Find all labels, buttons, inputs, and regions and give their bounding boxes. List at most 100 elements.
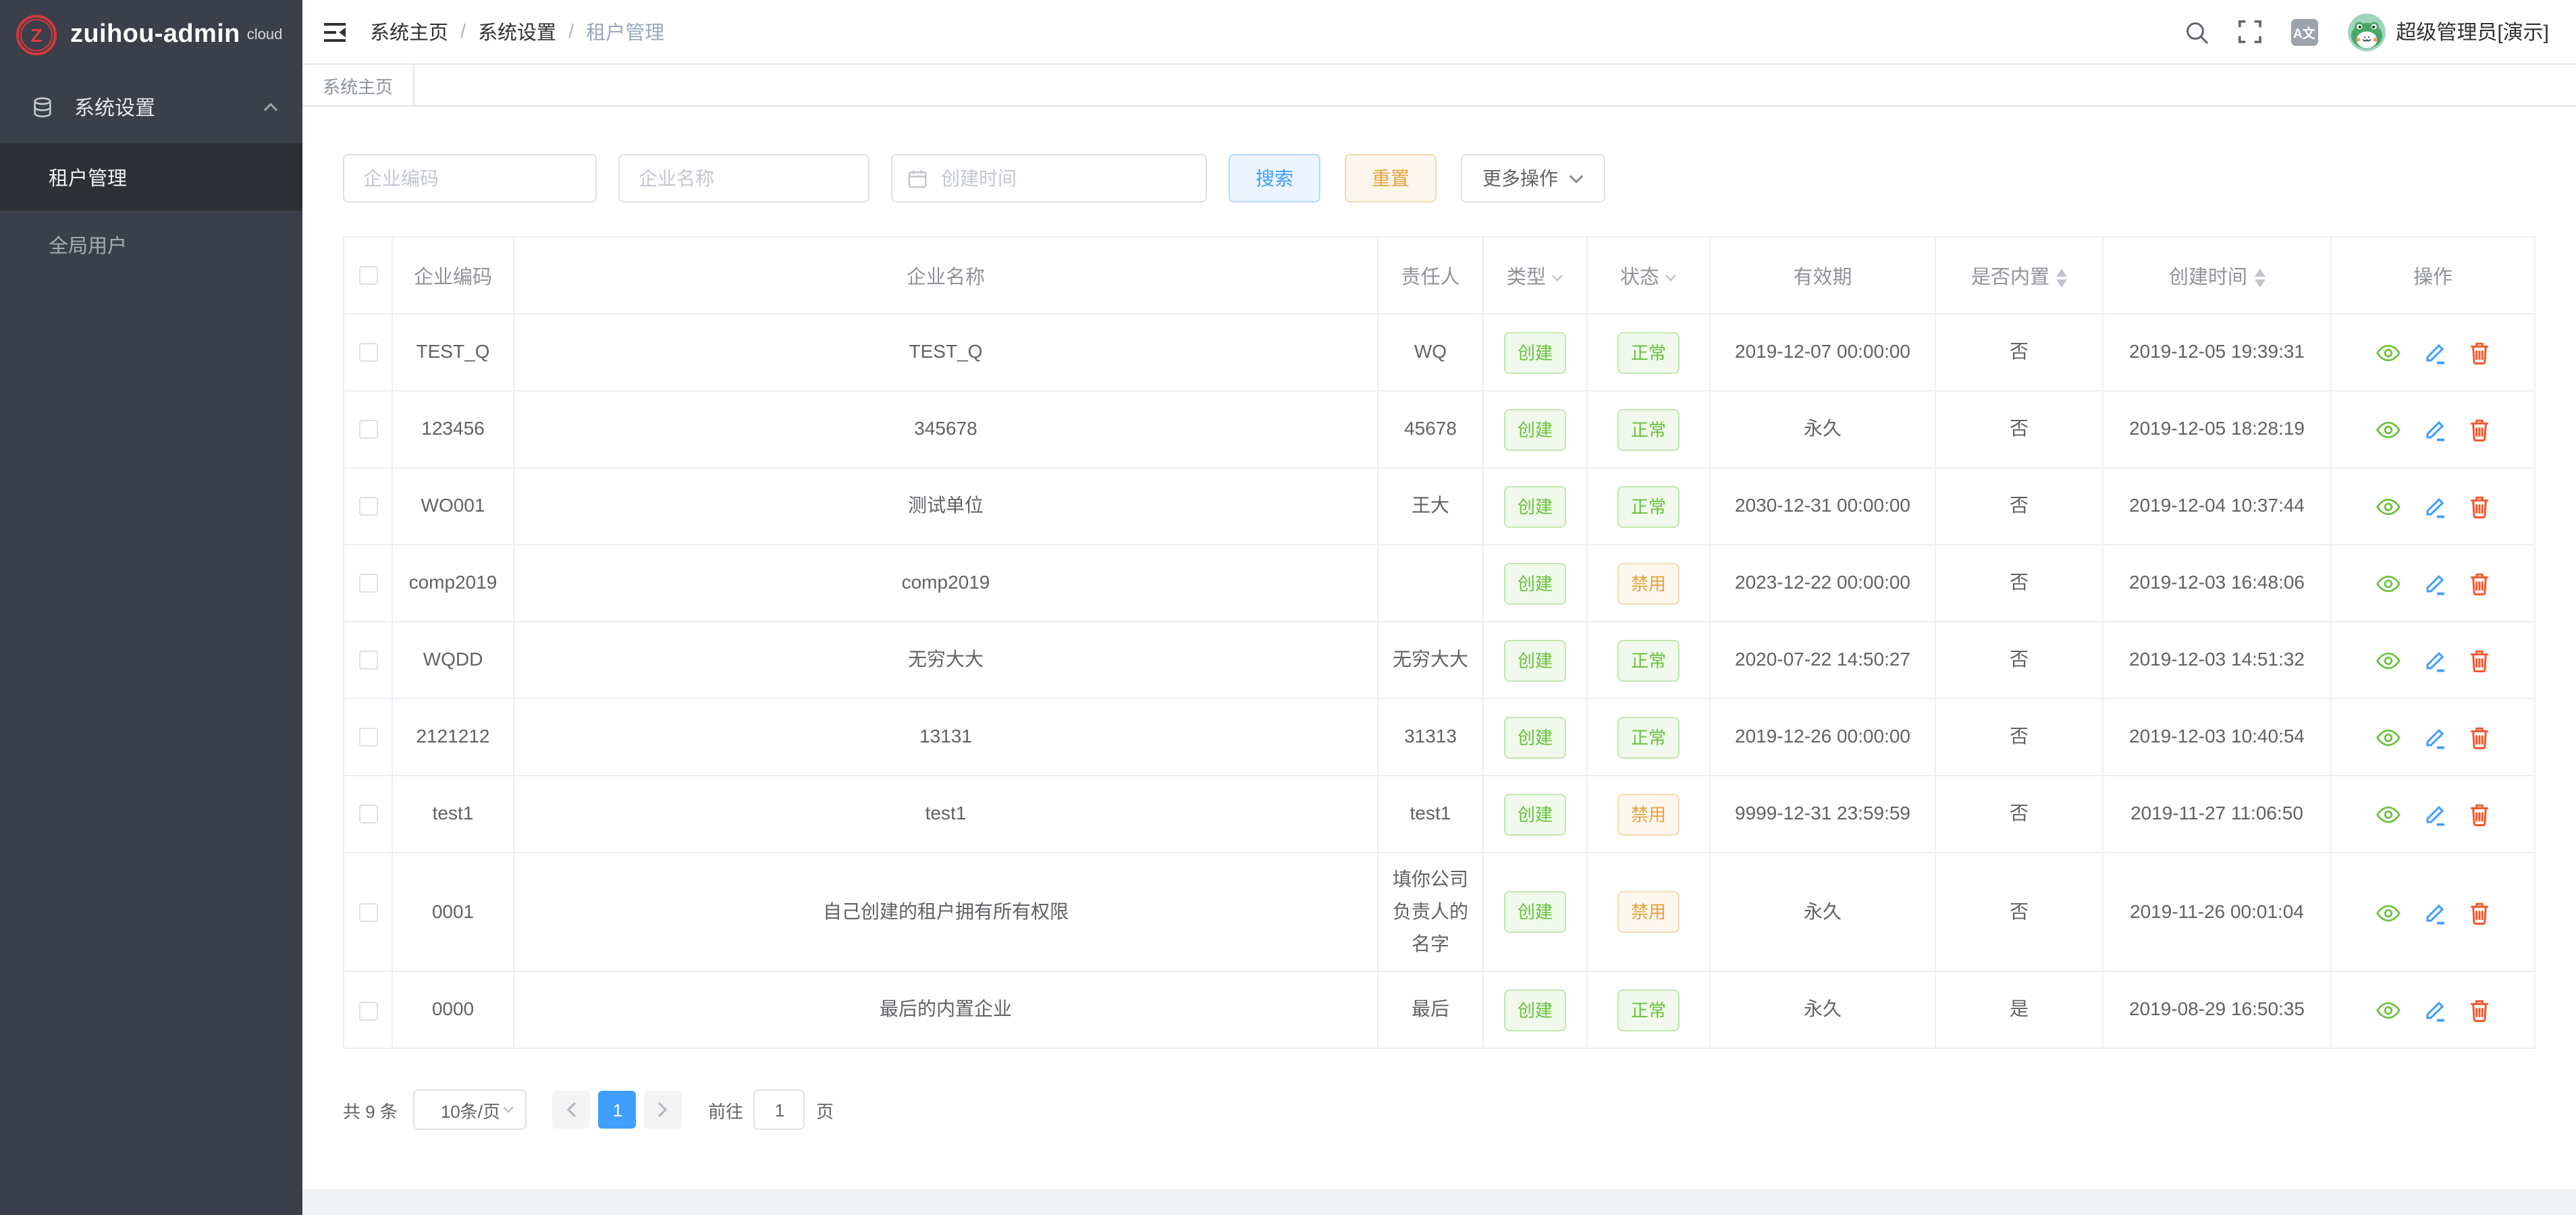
table-row: 0001自己创建的租户拥有所有权限填你公司负责人的名字创建禁用永久否2019-1… bbox=[344, 853, 2535, 972]
cell-company-code: 123456 bbox=[392, 391, 514, 468]
sidebar-item-label: 全局用户 bbox=[49, 230, 127, 259]
company-code-input[interactable] bbox=[343, 154, 597, 202]
page-number-1[interactable]: 1 bbox=[599, 1091, 637, 1129]
delete-icon[interactable] bbox=[2470, 726, 2490, 749]
search-button[interactable]: 搜索 bbox=[1229, 154, 1320, 202]
delete-icon[interactable] bbox=[2470, 803, 2490, 826]
cell-type: 创建 bbox=[1483, 972, 1587, 1049]
company-name-input[interactable] bbox=[618, 154, 869, 202]
row-checkbox[interactable] bbox=[358, 344, 377, 362]
edit-icon[interactable] bbox=[2424, 901, 2446, 924]
delete-icon[interactable] bbox=[2470, 572, 2490, 595]
language-switch-icon[interactable]: A文 bbox=[2290, 18, 2317, 45]
tab-system-home[interactable]: 系统主页 bbox=[302, 65, 414, 105]
header-created-time: 创建时间 bbox=[2103, 237, 2331, 314]
prev-page-button[interactable] bbox=[553, 1091, 591, 1129]
view-icon[interactable] bbox=[2376, 497, 2400, 517]
cell-duty-person: 王大 bbox=[1378, 468, 1483, 545]
cell-company-name: 自己创建的租户拥有所有权限 bbox=[514, 853, 1378, 972]
sidebar-item-global-users[interactable]: 全局用户 bbox=[0, 211, 302, 278]
sidebar-group-system-settings[interactable]: 系统设置 bbox=[0, 70, 302, 143]
view-icon[interactable] bbox=[2376, 574, 2400, 594]
table-row: 21212121313131313创建正常2019-12-26 00:00:00… bbox=[344, 699, 2535, 776]
breadcrumb-system-settings[interactable]: 系统设置 bbox=[478, 18, 556, 46]
sidebar-item-label: 租户管理 bbox=[49, 163, 127, 191]
view-icon[interactable] bbox=[2376, 902, 2400, 923]
delete-icon[interactable] bbox=[2470, 649, 2490, 672]
fullscreen-icon[interactable] bbox=[2238, 20, 2261, 43]
goto-page-input[interactable] bbox=[754, 1090, 805, 1131]
row-checkbox[interactable] bbox=[358, 728, 377, 747]
edit-icon[interactable] bbox=[2424, 342, 2446, 364]
row-checkbox[interactable] bbox=[358, 903, 377, 922]
cell-builtin: 否 bbox=[1935, 853, 2103, 972]
cell-duty-person bbox=[1378, 545, 1483, 622]
delete-icon[interactable] bbox=[2470, 1000, 2490, 1023]
sort-icon[interactable] bbox=[2056, 268, 2067, 287]
view-icon[interactable] bbox=[2376, 728, 2400, 748]
cell-company-code: TEST_Q bbox=[392, 314, 514, 391]
view-icon[interactable] bbox=[2376, 651, 2400, 671]
status-badge: 正常 bbox=[1617, 331, 1680, 373]
header-duty-person: 责任人 bbox=[1378, 237, 1483, 314]
view-icon[interactable] bbox=[2376, 805, 2400, 825]
created-time-picker[interactable] bbox=[891, 154, 1207, 202]
select-all-checkbox[interactable] bbox=[358, 266, 377, 285]
table-row: comp2019comp2019创建禁用2023-12-22 00:00:00否… bbox=[344, 545, 2535, 622]
edit-icon[interactable] bbox=[2424, 726, 2446, 749]
type-filter-icon[interactable] bbox=[1551, 273, 1563, 281]
cell-expire: 永久 bbox=[1710, 853, 1935, 972]
cell-expire: 2023-12-22 00:00:00 bbox=[1710, 545, 1935, 622]
reset-button[interactable]: 重置 bbox=[1345, 154, 1437, 202]
row-checkbox[interactable] bbox=[358, 574, 377, 593]
search-icon[interactable] bbox=[2184, 20, 2208, 44]
row-select-cell bbox=[344, 972, 392, 1049]
status-filter-icon[interactable] bbox=[1665, 273, 1677, 281]
select-all-cell bbox=[344, 237, 392, 314]
row-checkbox[interactable] bbox=[358, 805, 377, 824]
page-size-select[interactable]: 10条/页 bbox=[414, 1090, 527, 1131]
navbar-right: A文 超级管理员[演示] bbox=[2154, 13, 2549, 51]
view-icon[interactable] bbox=[2376, 343, 2400, 363]
breadcrumb-home[interactable]: 系统主页 bbox=[370, 18, 448, 46]
sidebar-item-tenant-management[interactable]: 租户管理 bbox=[0, 143, 302, 211]
view-icon[interactable] bbox=[2376, 420, 2400, 440]
row-checkbox[interactable] bbox=[358, 421, 377, 439]
view-icon[interactable] bbox=[2376, 1001, 2400, 1021]
type-badge: 创建 bbox=[1504, 716, 1566, 758]
table-header-row: 企业编码 企业名称 责任人 类型 状态 有效期 是否内置 创建时间 操作 bbox=[344, 237, 2535, 314]
cell-created-time: 2019-12-03 16:48:06 bbox=[2103, 545, 2331, 622]
app-logo[interactable]: Z zuihou-admin cloud bbox=[0, 0, 302, 70]
sort-icon[interactable] bbox=[2254, 268, 2265, 287]
edit-icon[interactable] bbox=[2424, 1000, 2446, 1023]
edit-icon[interactable] bbox=[2424, 418, 2446, 441]
header-expire: 有效期 bbox=[1710, 237, 1935, 314]
sidebar-menu: 系统设置 租户管理 全局用户 bbox=[0, 70, 302, 278]
edit-icon[interactable] bbox=[2424, 572, 2446, 595]
page-unit-label: 页 bbox=[816, 1098, 834, 1123]
delete-icon[interactable] bbox=[2470, 418, 2490, 441]
edit-icon[interactable] bbox=[2424, 649, 2446, 672]
created-time-input[interactable] bbox=[891, 154, 1207, 202]
row-select-cell bbox=[344, 699, 392, 776]
edit-icon[interactable] bbox=[2424, 803, 2446, 826]
delete-icon[interactable] bbox=[2470, 901, 2490, 924]
current-user-name[interactable]: 超级管理员[演示] bbox=[2396, 18, 2549, 46]
cell-builtin: 否 bbox=[1935, 391, 2103, 468]
status-badge: 正常 bbox=[1617, 639, 1680, 681]
next-page-button[interactable] bbox=[645, 1091, 682, 1129]
sidebar-collapse-icon[interactable] bbox=[316, 14, 354, 49]
more-actions-button[interactable]: 更多操作 bbox=[1461, 154, 1605, 202]
cell-expire: 2020-07-22 14:50:27 bbox=[1710, 622, 1935, 699]
header-status: 状态 bbox=[1587, 237, 1710, 314]
row-checkbox[interactable] bbox=[358, 497, 377, 516]
edit-icon[interactable] bbox=[2424, 495, 2446, 518]
user-avatar[interactable] bbox=[2347, 13, 2385, 51]
delete-icon[interactable] bbox=[2470, 495, 2490, 518]
header-company-name: 企业名称 bbox=[514, 237, 1378, 314]
cell-status: 禁用 bbox=[1587, 853, 1710, 972]
delete-icon[interactable] bbox=[2470, 342, 2490, 364]
row-checkbox[interactable] bbox=[358, 1002, 377, 1021]
row-checkbox[interactable] bbox=[358, 651, 377, 670]
cell-actions bbox=[2331, 972, 2535, 1049]
